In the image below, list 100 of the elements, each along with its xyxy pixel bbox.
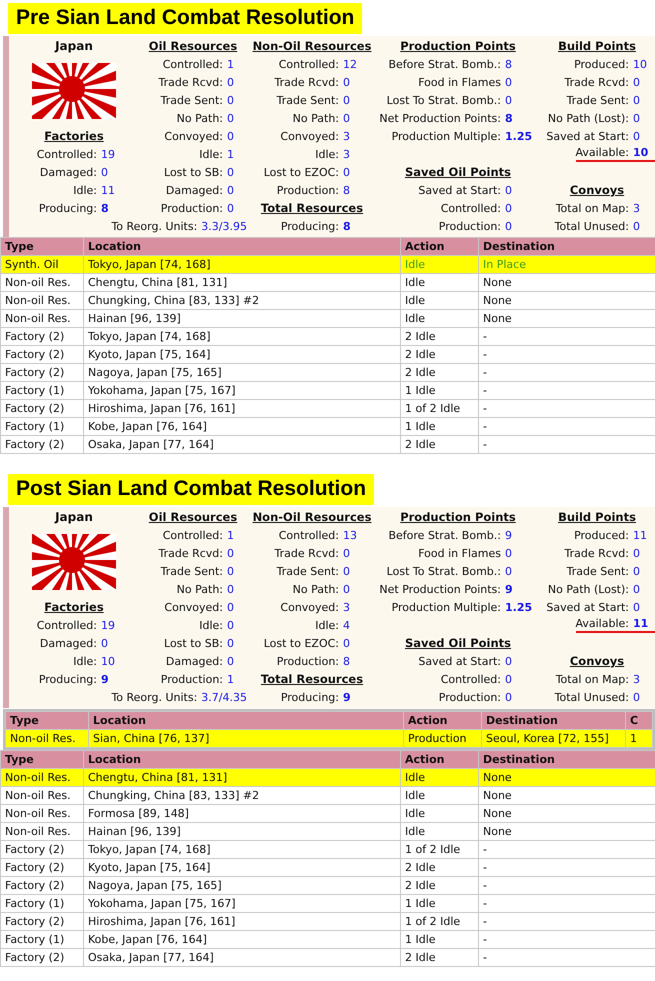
stat-value: 3: [632, 202, 641, 214]
stat-label: Producing:: [280, 220, 339, 232]
stat-value: 1: [226, 58, 235, 70]
table-row[interactable]: Non-oil Res. Hainan [96, 139] Idle None: [0, 822, 655, 840]
stat-label: No Path:: [176, 112, 223, 124]
table-row[interactable]: Factory (2) Hiroshima, Japan [76, 161] 1 of 2 Idle -: [0, 400, 655, 418]
stat-label: Production:: [438, 220, 501, 232]
stat-label: Production Multiple:: [392, 600, 501, 614]
stat-label: Convoyed:: [280, 600, 339, 614]
table-row[interactable]: Non-oil Res. Hainan [96, 139] Idle None: [0, 310, 655, 328]
table-cell: Production: [404, 730, 482, 748]
stat-label: Trade Rcvd:: [158, 76, 223, 88]
table-cell: 2 Idle: [400, 948, 478, 966]
column-header[interactable]: C: [626, 712, 652, 730]
stat-label: Controlled:: [278, 58, 339, 70]
stat-value: 0: [100, 166, 109, 178]
column-header[interactable]: Destination: [478, 238, 655, 256]
stat-value: 8: [342, 184, 351, 196]
table-row[interactable]: Non-oil Res. Chengtu, China [81, 131] Idle None: [0, 274, 655, 292]
table-row[interactable]: Factory (1) Yokohama, Japan [75, 167] 1 Idle -: [0, 894, 655, 912]
table-row[interactable]: Non-oil Res. Chungking, China [83, 133] #2 Idle None: [0, 786, 655, 804]
stat-label: Production:: [160, 672, 223, 686]
stat-label: Convoyed:: [280, 130, 339, 142]
stat-label: To Reorg. Units:: [111, 220, 198, 232]
stat-label: Lost to EZOC:: [264, 166, 339, 178]
column-header[interactable]: Location: [84, 750, 400, 768]
table-row[interactable]: Factory (2) Nagoya, Japan [75, 165] 2 Idle -: [0, 364, 655, 382]
stat-value: 1.25: [504, 600, 534, 614]
column-header[interactable]: Type: [0, 750, 84, 768]
stat-value: 0: [632, 112, 641, 124]
stat-value: 9: [100, 672, 110, 686]
stat-label: Total on Map:: [556, 202, 629, 214]
stat-value: 0: [226, 654, 235, 668]
table-row[interactable]: Factory (1) Kobe, Japan [76, 164] 1 Idle -: [0, 930, 655, 948]
stat-value: 0: [226, 618, 235, 632]
table-row[interactable]: Factory (2) Tokyo, Japan [74, 168] 1 of 2 Idle -: [0, 840, 655, 858]
table-row[interactable]: Non-oil Res. Chungking, China [83, 133] #2 Idle None: [0, 292, 655, 310]
table-cell: Factory (2): [0, 436, 84, 454]
column-header[interactable]: Action: [400, 750, 478, 768]
stat-value: 0: [226, 564, 235, 578]
stat-label: Idle:: [73, 654, 97, 668]
table-row[interactable]: Factory (2) Osaka, Japan [77, 164] 2 Idle -: [0, 948, 655, 966]
column-header[interactable]: Action: [400, 238, 478, 256]
stat-label: Damaged:: [166, 184, 223, 196]
column-header[interactable]: Location: [84, 238, 400, 256]
stat-label: Net Production Points:: [379, 582, 501, 596]
stat-value: 0: [226, 166, 235, 178]
table-row[interactable]: Factory (2) Kyoto, Japan [75, 164] 2 Idle -: [0, 858, 655, 876]
stat-value: 10: [100, 654, 116, 668]
stat-label: Controlled:: [440, 672, 501, 686]
stat-value: 0: [342, 94, 351, 106]
stat-label: Controlled:: [162, 58, 223, 70]
stat-value: 19: [100, 618, 116, 632]
stat-value: 0: [504, 184, 513, 196]
table-row[interactable]: Factory (1) Yokohama, Japan [75, 167] 1 Idle -: [0, 382, 655, 400]
stat-label: Trade Sent:: [566, 94, 629, 106]
stat-value: 0: [226, 600, 235, 614]
table-row[interactable]: Non-oil Res. Sian, China [76, 137] Production Seoul, Korea [72, 155] 1: [6, 730, 652, 748]
stat-label: Damaged:: [166, 654, 223, 668]
stat-label: Food in Flames: [418, 76, 501, 88]
section-heading: Factories: [44, 129, 104, 143]
table-row[interactable]: Factory (2) Hiroshima, Japan [76, 161] 1 of 2 Idle -: [0, 912, 655, 930]
table-row[interactable]: Factory (2) Kyoto, Japan [75, 164] 2 Idle -: [0, 346, 655, 364]
table-row[interactable]: Factory (2) Nagoya, Japan [75, 165] 2 Idle -: [0, 876, 655, 894]
column-header[interactable]: Type: [0, 238, 84, 256]
stat-label: Trade Rcvd:: [158, 546, 223, 560]
column-header[interactable]: Action: [404, 712, 482, 730]
stat-value: 8: [504, 112, 514, 124]
stat-value: 0: [504, 690, 513, 704]
column-header[interactable]: Type: [6, 712, 88, 730]
section-heading: Total Resources: [260, 201, 364, 215]
stat-label: Lost To Strat. Bomb.:: [386, 94, 501, 106]
table-row[interactable]: Factory (2) Osaka, Japan [77, 164] 2 Idle -: [0, 436, 655, 454]
stat-label: Saved at Start:: [546, 600, 629, 614]
stat-value: 11: [100, 184, 116, 196]
section-heading: Convoys: [570, 654, 624, 668]
column-header[interactable]: Destination: [478, 750, 655, 768]
section-heading: Production Points: [400, 39, 516, 53]
stat-label: Trade Sent:: [566, 564, 629, 578]
table-row[interactable]: Factory (1) Kobe, Japan [76, 164] 1 Idle -: [0, 418, 655, 436]
stat-value: 0: [504, 654, 513, 668]
section-heading: Build Points: [558, 510, 636, 524]
stat-label: Idle:: [315, 148, 339, 160]
stat-label: Idle:: [199, 148, 223, 160]
stat-value: 0: [632, 582, 641, 596]
stat-value: 9: [342, 690, 352, 704]
stat-value: 0: [226, 184, 235, 196]
stat-value: 11: [632, 528, 648, 542]
stat-value: 0: [632, 564, 641, 578]
column-header[interactable]: Location: [88, 712, 404, 730]
stat-label: Before Strat. Bomb.:: [388, 58, 501, 70]
table-row[interactable]: Non-oil Res. Formosa [89, 148] Idle None: [0, 804, 655, 822]
stat-value: 0: [632, 220, 641, 232]
table-row[interactable]: Factory (2) Tokyo, Japan [74, 168] 2 Idle -: [0, 328, 655, 346]
table-cell: 2 Idle: [400, 436, 478, 454]
stat-value: 3: [632, 672, 641, 686]
table-row[interactable]: Synth. Oil Tokyo, Japan [74, 168] Idle In Place: [0, 256, 655, 274]
table-row[interactable]: Non-oil Res. Chengtu, China [81, 131] Idle None: [0, 768, 655, 786]
column-header[interactable]: Destination: [482, 712, 626, 730]
stat-value: 0: [226, 130, 235, 142]
